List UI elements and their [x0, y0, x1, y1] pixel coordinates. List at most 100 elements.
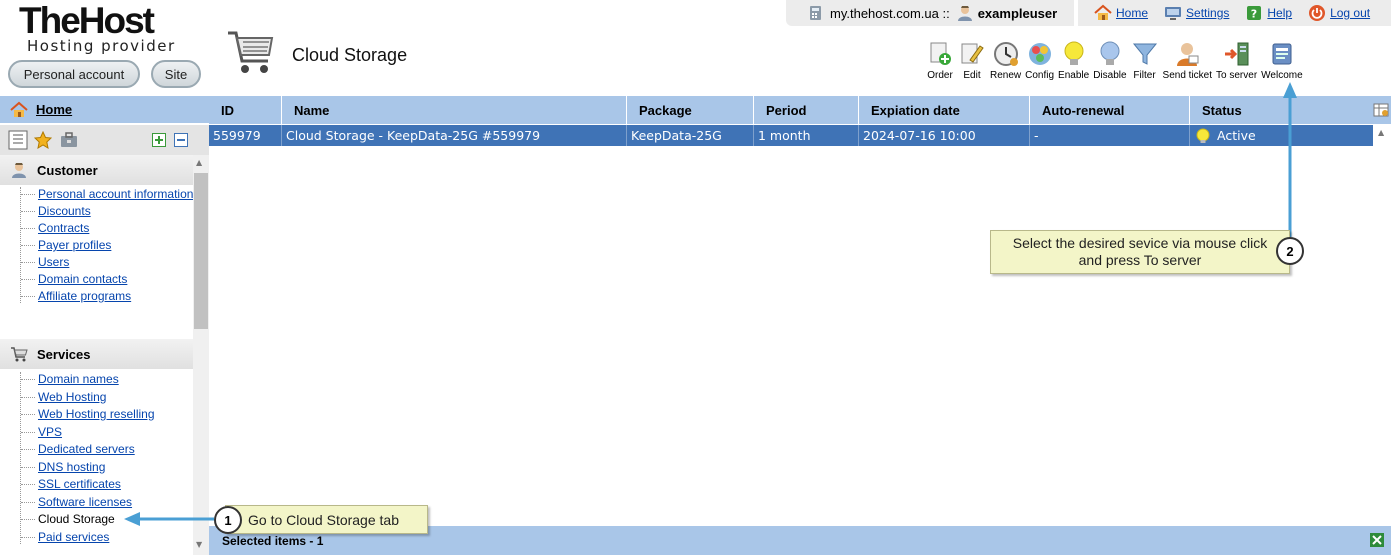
sidebar-group-services[interactable]: Services	[0, 339, 193, 369]
user-info-bar: my.thehost.com.ua :: exampleuser	[786, 0, 1074, 26]
help-icon: ?	[1247, 6, 1262, 21]
column-period[interactable]: Period	[754, 96, 859, 124]
tree-view-icon[interactable]	[8, 130, 28, 150]
shopping-cart-icon	[228, 31, 274, 73]
step-badge-2: 2	[1276, 237, 1304, 265]
sidebar-item-domain-names[interactable]: Domain names	[21, 372, 155, 386]
enable-button[interactable]: Enable	[1056, 40, 1091, 81]
scroll-down-icon[interactable]: ▼	[196, 540, 202, 549]
logo[interactable]: TheHost Hosting provider	[19, 0, 199, 55]
sidebar-item-dns-hosting[interactable]: DNS hosting	[21, 460, 155, 474]
logo-wordmark: TheHost	[19, 0, 155, 41]
lightbulb-off-icon	[1100, 41, 1120, 65]
cell-id: 559979	[209, 125, 282, 146]
sidebar-item-vps[interactable]: VPS	[21, 425, 155, 439]
sidebar-item-affiliate-programs[interactable]: Affiliate programs	[21, 289, 193, 303]
callout-step-2: Select the desired sevice via mouse clic…	[990, 230, 1290, 274]
cart-icon	[11, 347, 28, 362]
sidebar-item-paid-services[interactable]: Paid services	[21, 530, 155, 544]
sidebar-home[interactable]: Home	[0, 96, 209, 123]
column-status[interactable]: Status	[1190, 96, 1373, 124]
column-package[interactable]: Package	[627, 96, 754, 124]
cell-expiration-date: 2024-07-16 10:00	[859, 125, 1030, 146]
column-auto-renewal[interactable]: Auto-renewal	[1030, 96, 1190, 124]
export-excel-icon[interactable]	[1369, 532, 1385, 548]
logout-link[interactable]: Log out	[1330, 6, 1370, 20]
status-active-icon	[1196, 128, 1210, 143]
status-text: Active	[1217, 128, 1256, 143]
grid-scrollbar[interactable]: ▲	[1373, 124, 1391, 526]
grid-header: ID Name Package Period Expiation date Au…	[209, 96, 1391, 124]
help-link[interactable]: Help	[1267, 6, 1292, 20]
welcome-button[interactable]: Welcome	[1259, 40, 1305, 81]
toolbar: Order Edit Renew Config Enable Disable F…	[924, 40, 1305, 81]
username: exampleuser	[977, 5, 1058, 21]
filter-icon	[1132, 43, 1157, 65]
to-server-icon	[1224, 42, 1249, 66]
customer-tree: Personal account information Discounts C…	[20, 187, 193, 303]
sidebar-item-users[interactable]: Users	[21, 255, 193, 269]
callout-1-text: Go to Cloud Storage tab	[248, 511, 399, 528]
sidebar-item-web-hosting-reselling[interactable]: Web Hosting reselling	[21, 407, 155, 421]
cell-period: 1 month	[754, 125, 859, 146]
to-server-button[interactable]: To server	[1214, 40, 1259, 81]
order-button[interactable]: Order	[924, 40, 956, 81]
callout-2-line-2: and press To server	[1078, 252, 1202, 268]
collapse-all-icon[interactable]	[174, 133, 188, 147]
home-link[interactable]: Home	[36, 102, 72, 117]
grid-scroll-up-icon[interactable]: ▲	[1378, 128, 1384, 137]
lightbulb-on-icon	[1064, 41, 1084, 65]
scroll-up-icon[interactable]: ▲	[196, 158, 202, 167]
cell-name: Cloud Storage - KeepData-25G #559979	[282, 125, 627, 146]
edit-button[interactable]: Edit	[956, 40, 988, 81]
send-ticket-button[interactable]: Send ticket	[1161, 40, 1214, 81]
logo-tagline: Hosting provider	[27, 37, 176, 55]
sidebar-item-dedicated-servers[interactable]: Dedicated servers	[21, 442, 155, 456]
favorites-icon[interactable]	[34, 131, 52, 149]
column-expiration-date[interactable]: Expiation date	[859, 96, 1030, 124]
services-tree: Domain names Web Hosting Web Hosting res…	[20, 372, 155, 544]
settings-link[interactable]: Settings	[1186, 6, 1229, 20]
home-icon	[1094, 4, 1112, 20]
settings-icon	[1165, 7, 1182, 20]
expand-all-icon[interactable]	[152, 133, 166, 147]
sidebar-scroll-thumb[interactable]	[194, 173, 208, 329]
column-name[interactable]: Name	[282, 96, 627, 124]
config-button[interactable]: Config	[1023, 40, 1056, 81]
sidebar-item-web-hosting[interactable]: Web Hosting	[21, 390, 155, 404]
sidebar-item-software-licenses[interactable]: Software licenses	[21, 495, 155, 509]
sidebar-tools	[0, 125, 209, 155]
cell-package: KeepData-25G	[627, 125, 754, 146]
sidebar-item-cloud-storage[interactable]: Cloud Storage	[21, 512, 155, 526]
renew-icon	[993, 42, 1018, 66]
welcome-icon	[1272, 43, 1292, 65]
personal-account-button[interactable]: Personal account	[8, 60, 140, 88]
config-icon	[1028, 43, 1051, 65]
site-button[interactable]: Site	[151, 60, 201, 88]
sidebar-item-payer-profiles[interactable]: Payer profiles	[21, 238, 193, 252]
sidebar-item-discounts[interactable]: Discounts	[21, 204, 193, 218]
home-link[interactable]: Home	[1116, 6, 1148, 20]
briefcase-icon[interactable]	[60, 131, 78, 149]
callout-step-1: Go to Cloud Storage tab	[225, 505, 428, 534]
selected-items-count: Selected items - 1	[222, 533, 324, 548]
sidebar-scrollbar[interactable]: ▲ ▼	[193, 155, 209, 555]
cell-auto-renewal: -	[1030, 125, 1190, 146]
sidebar: Customer Personal account information Di…	[0, 155, 209, 555]
sidebar-item-domain-contacts[interactable]: Domain contacts	[21, 272, 193, 286]
step-badge-1: 1	[214, 506, 242, 534]
column-settings-icon[interactable]	[1373, 102, 1389, 118]
filter-button[interactable]: Filter	[1129, 40, 1161, 81]
sidebar-item-personal-account-information[interactable]: Personal account information	[21, 187, 193, 201]
edit-icon	[961, 43, 984, 64]
order-icon	[930, 42, 951, 65]
support-agent-icon	[1177, 43, 1199, 66]
disable-button[interactable]: Disable	[1091, 40, 1128, 81]
sidebar-item-ssl-certificates[interactable]: SSL certificates	[21, 477, 155, 491]
table-row[interactable]: 559979 Cloud Storage - KeepData-25G #559…	[209, 125, 1373, 146]
column-id[interactable]: ID	[209, 96, 282, 124]
sidebar-item-contracts[interactable]: Contracts	[21, 221, 193, 235]
page-title: Cloud Storage	[292, 45, 408, 65]
renew-button[interactable]: Renew	[988, 40, 1023, 81]
sidebar-group-customer[interactable]: Customer	[0, 155, 193, 185]
